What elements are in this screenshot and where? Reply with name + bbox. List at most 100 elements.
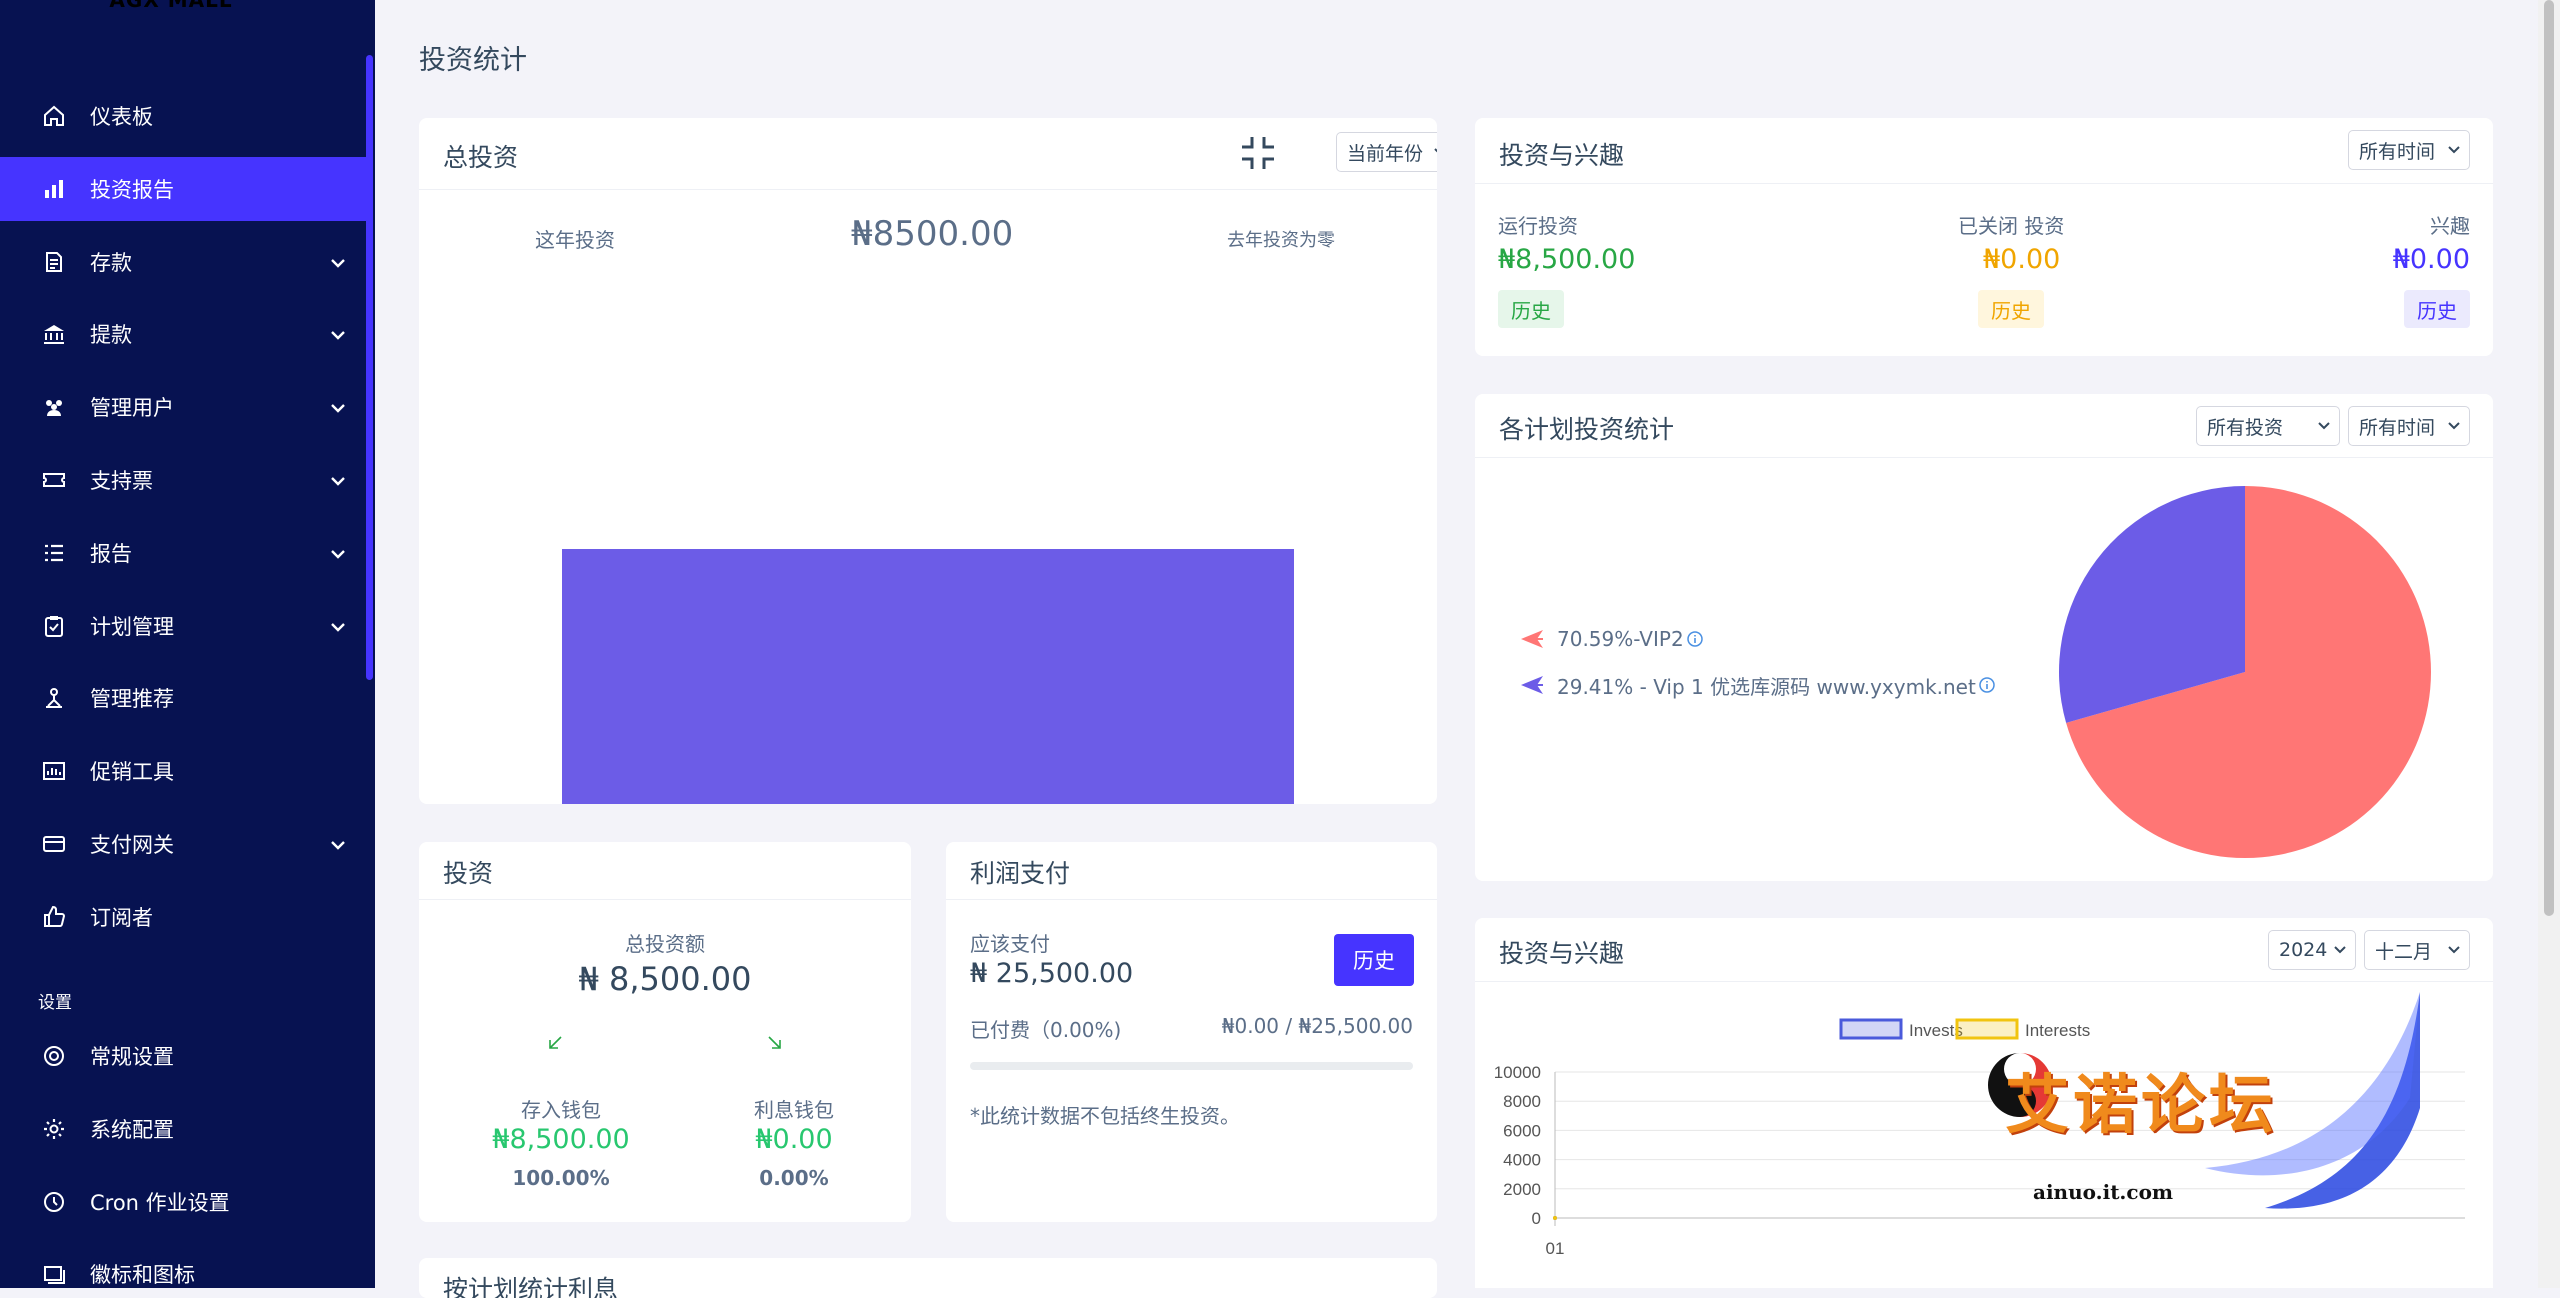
total-amount-label: 总投资额 <box>625 932 705 956</box>
invest-interest-chart-card: 投资与兴趣 2024 十二月 0 2000 4000 6000 8000 10000 01 I… <box>1475 918 2493 1288</box>
chevron-down-icon <box>2448 422 2460 430</box>
sidebar-scrollbar[interactable] <box>366 55 373 680</box>
total-amount-value: ₦ 8,500.00 <box>578 960 752 998</box>
sidebar-item-9[interactable]: 促销工具 <box>0 739 366 803</box>
chart-month-select[interactable]: 十二月 <box>2364 930 2470 970</box>
sidebar-item-label: 投资报告 <box>90 177 174 202</box>
time-select[interactable]: 所有时间 <box>2348 130 2470 170</box>
page-scrollbar-thumb[interactable] <box>2544 0 2554 916</box>
time-select-value: 所有时间 <box>2359 416 2436 439</box>
sidebar-item-label: 常规设置 <box>90 1045 174 1069</box>
y-tick-label: 2000 <box>1503 1180 1541 1199</box>
card-title: 投资与兴趣 <box>1499 141 1625 170</box>
interest-value: ₦0.00 <box>2392 244 2470 275</box>
sidebar-item-10[interactable]: 支付网关 <box>0 812 366 876</box>
chart-year-value: 2024 <box>2279 939 2328 961</box>
interest-history-button[interactable]: 历史 <box>2404 290 2470 328</box>
year-select-value: 当前年份 <box>1347 142 1424 165</box>
sidebar-item-7[interactable]: 计划管理 <box>0 594 366 658</box>
sidebar-item-label: 计划管理 <box>90 614 174 639</box>
sidebar-item-settings-3[interactable]: 徽标和图标 <box>0 1242 366 1288</box>
sidebar-section-label: 设置 <box>38 993 72 1013</box>
deposit-wallet-value: ₦8,500.00 <box>492 1124 630 1155</box>
sidebar-item-6[interactable]: 报告 <box>0 521 366 585</box>
x-tick-label: 01 <box>1546 1239 1565 1258</box>
bank-icon <box>44 325 64 345</box>
chevron-down-icon <box>331 477 345 486</box>
stats-note: *此统计数据不包括终生投资。 <box>970 1104 1240 1128</box>
paid-label: 已付费（0.00%) <box>970 1018 1122 1042</box>
sidebar-item-11[interactable]: 订阅者 <box>0 885 366 949</box>
card-title: 投资 <box>443 859 494 888</box>
running-history-button[interactable]: 历史 <box>1498 290 1564 328</box>
sidebar-item-label: 仪表板 <box>90 105 153 129</box>
profit-payment-card: 利润支付 应该支付 ₦ 25,500.00 历史 已付费（0.00%) ₦0.0… <box>946 842 1437 1222</box>
promo-chart-icon <box>43 762 65 781</box>
watermark: 艾诺论坛 ainuo.it.com <box>1985 988 2435 1218</box>
card-title: 投资与兴趣 <box>1499 939 1625 968</box>
closed-history-button[interactable]: 历史 <box>1978 290 2044 328</box>
time-select[interactable]: 所有时间 <box>2348 406 2470 446</box>
chart-legend-item[interactable]: Invests <box>1839 1018 1963 1040</box>
sidebar-item-2[interactable]: 存款 <box>0 230 366 294</box>
sidebar-item-label: 徽标和图标 <box>90 1263 195 1288</box>
pie-legend: 70.59%-VIP2 29.41% - Vip 1 优选库源码 www.yxym… <box>1519 624 2119 724</box>
card-header: 投资与兴趣 2024 十二月 <box>1475 918 2493 982</box>
plan-pie-chart <box>2059 486 2431 858</box>
watermark-text: 艾诺论坛 <box>2005 1069 2277 1143</box>
gear-icon <box>44 1118 64 1139</box>
logo: AGX MALL <box>109 0 233 12</box>
sidebar-item-label: 支持票 <box>90 469 153 493</box>
year-select[interactable]: 当前年份 <box>1336 132 1437 172</box>
total-investment-card: 总投资 当前年份 这年投资 ₦8500.00 去年投资为零 <box>419 118 1437 804</box>
deposit-icon <box>46 251 62 272</box>
time-select-value: 所有时间 <box>2359 140 2436 163</box>
images-icon <box>44 1266 65 1285</box>
interest-wallet-label: 利息钱包 <box>754 1098 834 1122</box>
sidebar-item-settings-2[interactable]: Cron 作业设置 <box>0 1170 366 1234</box>
paid-progress-track <box>970 1062 1413 1070</box>
card-title: 按计划统计利息 <box>443 1275 619 1298</box>
info-icon[interactable] <box>1978 676 1996 694</box>
due-payment-value: ₦ 25,500.00 <box>970 958 1134 989</box>
sidebar-item-settings-1[interactable]: 系统配置 <box>0 1097 366 1161</box>
home-icon <box>44 105 64 126</box>
payment-history-button[interactable]: 历史 <box>1334 934 1414 986</box>
chevron-down-icon <box>331 549 345 559</box>
deposit-wallet-label: 存入钱包 <box>521 1098 601 1122</box>
chart-year-select[interactable]: 2024 <box>2268 930 2356 970</box>
sidebar-item-5[interactable]: 支持票 <box>0 448 366 512</box>
info-icon[interactable] <box>1686 630 1704 648</box>
sidebar-item-3[interactable]: 提款 <box>0 302 366 366</box>
y-tick-label: 4000 <box>1503 1151 1541 1170</box>
total-investment-amount: ₦8500.00 <box>851 214 1014 254</box>
sidebar-item-1[interactable]: 投资报告 <box>0 156 366 221</box>
closed-investment-value: ₦0.00 <box>1983 244 2061 275</box>
collapse-icon[interactable] <box>1239 134 1277 172</box>
investment-filter-select[interactable]: 所有投资 <box>2196 406 2340 446</box>
chevron-down-icon <box>331 404 345 413</box>
y-tick-label: 10000 <box>1494 1063 1541 1082</box>
page-title: 投资统计 <box>419 45 527 76</box>
pie-legend-item: 70.59%-VIP2 <box>1519 624 1704 654</box>
sidebar-item-8[interactable]: 管理推荐 <box>0 666 366 730</box>
series-point <box>1553 1216 1557 1220</box>
arrow-down-left-icon <box>549 1036 562 1049</box>
sidebar-item-label: 存款 <box>90 250 132 275</box>
sidebar-item-label: 促销工具 <box>90 760 174 785</box>
card-header: 总投资 当前年份 <box>419 118 1437 190</box>
card-title: 利润支付 <box>970 859 1071 888</box>
chevron-down-icon <box>2448 146 2460 154</box>
sidebar-item-0[interactable]: 仪表板 <box>0 84 366 148</box>
interest-wallet-value: ₦0.00 <box>755 1124 833 1155</box>
card-header: 投资与兴趣 所有时间 <box>1475 118 2493 184</box>
sidebar-item-label: 管理用户 <box>90 396 174 421</box>
clipboard-check-icon <box>45 615 63 637</box>
deposit-wallet-percent: 100.00% <box>512 1166 610 1190</box>
sidebar-item-4[interactable]: 管理用户 <box>0 375 366 439</box>
sidebar-item-settings-0[interactable]: 常规设置 <box>0 1024 366 1088</box>
main-content: 投资统计 总投资 当前年份 这年投资 ₦8500.00 去年投资为零 投资与兴趣… <box>375 0 2535 1298</box>
running-investment-label: 运行投资 <box>1498 214 1578 238</box>
investment-summary-card: 投资 总投资额 ₦ 8,500.00 存入钱包 ₦8,500.00 100.00… <box>419 842 911 1222</box>
sidebar-item-label: 系统配置 <box>90 1117 174 1142</box>
